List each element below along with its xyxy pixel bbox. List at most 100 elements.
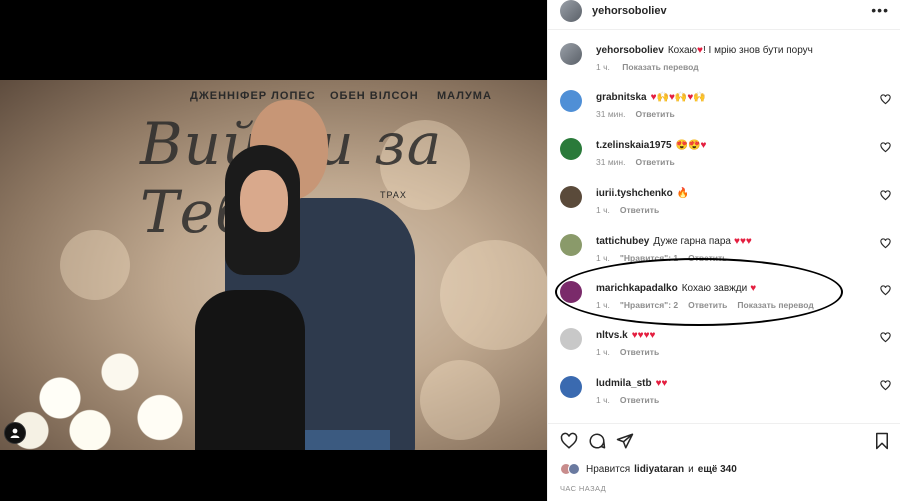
instagram-post-view: ДЖЕННІФЕР ЛОПЕС ОБЕН ВІЛСОН МАЛУМА Вийти…	[0, 0, 900, 501]
comment-meta: 1 ч. "Нравится": 1 Ответить	[596, 253, 737, 263]
comment-like-heart-icon[interactable]	[880, 332, 891, 343]
comment-text: ludmila_stb ♥♥	[596, 378, 667, 389]
commenter-avatar[interactable]	[560, 281, 582, 303]
reply-button[interactable]: Ответить	[688, 253, 727, 263]
commenter-avatar[interactable]	[560, 138, 582, 160]
reply-button[interactable]: Ответить	[688, 300, 727, 310]
comment-time: 31 мин.	[596, 157, 626, 167]
woman-figure	[195, 290, 305, 450]
caption: yehorsoboliev Кохаю♥! І мрію знов бути по…	[548, 38, 900, 78]
flowers	[0, 320, 200, 450]
comment-meta: 31 мин. Ответить	[596, 109, 685, 119]
comment-emoji: ♥🙌♥🙌♥🙌	[650, 92, 706, 103]
author-avatar[interactable]	[560, 0, 582, 22]
liked-by-count[interactable]: ещё 340	[698, 464, 737, 475]
reply-button[interactable]: Ответить	[620, 205, 659, 215]
caption-avatar[interactable]	[560, 43, 582, 65]
bokeh-light	[60, 230, 130, 300]
comment-time: 1 ч.	[596, 253, 610, 263]
comment-item: iurii.tyshchenko 🔥 1 ч. Ответить	[548, 181, 900, 225]
comment-emoji: 🔥	[676, 188, 690, 199]
comment-body: Дуже гарна пара	[653, 236, 731, 247]
comment-like-heart-icon[interactable]	[880, 190, 891, 201]
commenter-username[interactable]: tattichubey	[596, 236, 649, 247]
share-icon[interactable]	[616, 432, 634, 453]
reply-button[interactable]: Ответить	[620, 347, 659, 357]
comment-meta: 31 мин. Ответить	[596, 157, 685, 167]
commenter-username[interactable]: iurii.tyshchenko	[596, 188, 673, 199]
comment-time: 1 ч.	[596, 300, 610, 310]
header-divider	[548, 29, 900, 30]
comment-text: nltvs.k ♥♥♥♥	[596, 330, 655, 341]
commenter-avatar[interactable]	[560, 376, 582, 398]
person-icon	[10, 428, 20, 438]
commenter-username[interactable]: marichkapadalko	[596, 283, 678, 294]
comment-like-heart-icon[interactable]	[880, 285, 891, 296]
commenter-username[interactable]: nltvs.k	[596, 330, 628, 341]
translate-link[interactable]: Показать перевод	[737, 300, 813, 310]
woman-face	[240, 170, 288, 232]
ellipsis-icon[interactable]: •••	[871, 2, 889, 18]
commenter-avatar[interactable]	[560, 186, 582, 208]
comment-item: tattichubey Дуже гарна пара ♥♥♥ 1 ч. "Нравит…	[548, 229, 900, 273]
bookmark-icon	[876, 432, 888, 450]
reply-button[interactable]: Ответить	[635, 109, 674, 119]
comment-text: tattichubey Дуже гарна пара ♥♥♥	[596, 236, 752, 247]
likes-summary: Нравится lidiyataran и ещё 340	[560, 463, 737, 475]
heart-outline-icon	[560, 432, 578, 449]
action-bar	[548, 423, 900, 459]
caption-body-rest: ! І мрію знов бути поруч	[702, 45, 813, 56]
comment-likes-count[interactable]: "Нравится": 1	[620, 253, 678, 263]
commenter-avatar[interactable]	[560, 90, 582, 112]
post-header: yehorsoboliev •••	[548, 0, 900, 22]
liked-by-user[interactable]: lidiyataran	[634, 464, 684, 475]
comment-item: ludmila_stb ♥♥ 1 ч. Ответить	[548, 371, 900, 415]
comment-time: 1 ч.	[596, 347, 610, 357]
caption-meta: 1 ч. Показать перевод	[596, 62, 709, 72]
caption-body: Кохаю	[667, 45, 698, 56]
post-side-panel: yehorsoboliev ••• yehorsoboliev Кохаю♥! І…	[547, 0, 900, 501]
comment-time: 31 мин.	[596, 109, 626, 119]
commenter-username[interactable]: ludmila_stb	[596, 378, 652, 389]
comment-like-heart-icon[interactable]	[880, 238, 891, 249]
comment-meta: 1 ч. Ответить	[596, 205, 669, 215]
reply-button[interactable]: Ответить	[620, 395, 659, 405]
comment-like-heart-icon[interactable]	[880, 380, 891, 391]
commenter-avatar[interactable]	[560, 234, 582, 256]
caption-translate-link[interactable]: Показать перевод	[622, 62, 698, 72]
caption-username[interactable]: yehorsoboliev	[596, 45, 664, 56]
comment-icon[interactable]	[588, 432, 606, 453]
comment-text: marichkapadalko Кохаю завжди ♥	[596, 283, 756, 294]
author-username[interactable]: yehorsoboliev	[592, 5, 667, 17]
comment-emoji: ♥	[750, 283, 757, 294]
comment-item: marichkapadalko Кохаю завжди ♥ 1 ч. "Нравитс…	[548, 276, 900, 320]
commenter-username[interactable]: t.zelinskaia1975	[596, 140, 672, 151]
comment-body: Кохаю завжди	[681, 283, 748, 294]
post-timestamp: ЧАС НАЗАД	[560, 484, 607, 493]
comment-emoji: ♥♥♥♥	[631, 330, 656, 341]
comment-time: 1 ч.	[596, 205, 610, 215]
commenter-username[interactable]: grabnitska	[596, 92, 647, 103]
comment-time: 1 ч.	[596, 395, 610, 405]
comment-emoji: 😍😍♥	[675, 140, 707, 151]
backdrop-name: МАЛУМА	[437, 90, 492, 102]
backdrop-small-text: ТРАХ	[380, 190, 407, 200]
reply-button[interactable]: Ответить	[635, 157, 674, 167]
comment-likes-count[interactable]: "Нравится": 2	[620, 300, 678, 310]
comment-like-heart-icon[interactable]	[880, 94, 891, 105]
save-bookmark-icon[interactable]	[874, 432, 890, 453]
comment-emoji: ♥♥	[655, 378, 668, 389]
caption-time: 1 ч.	[596, 62, 610, 72]
tagged-users-icon[interactable]	[4, 422, 26, 444]
man-jeans	[295, 430, 390, 450]
comment-text: grabnitska ♥🙌♥🙌♥🙌	[596, 92, 706, 103]
comment-meta: 1 ч. "Нравится": 2 Ответить Показать перево…	[596, 300, 824, 310]
commenter-avatar[interactable]	[560, 328, 582, 350]
comment-like-heart-icon[interactable]	[880, 142, 891, 153]
comment-emoji: ♥♥♥	[734, 236, 752, 247]
comment-item: nltvs.k ♥♥♥♥ 1 ч. Ответить	[548, 323, 900, 367]
backdrop-name: ОБЕН ВІЛСОН	[330, 90, 419, 102]
post-photo[interactable]: ДЖЕННІФЕР ЛОПЕС ОБЕН ВІЛСОН МАЛУМА Вийти…	[0, 80, 547, 450]
caption-text: yehorsoboliev Кохаю♥! І мрію знов бути по…	[596, 45, 813, 56]
like-heart-icon[interactable]	[560, 432, 578, 453]
